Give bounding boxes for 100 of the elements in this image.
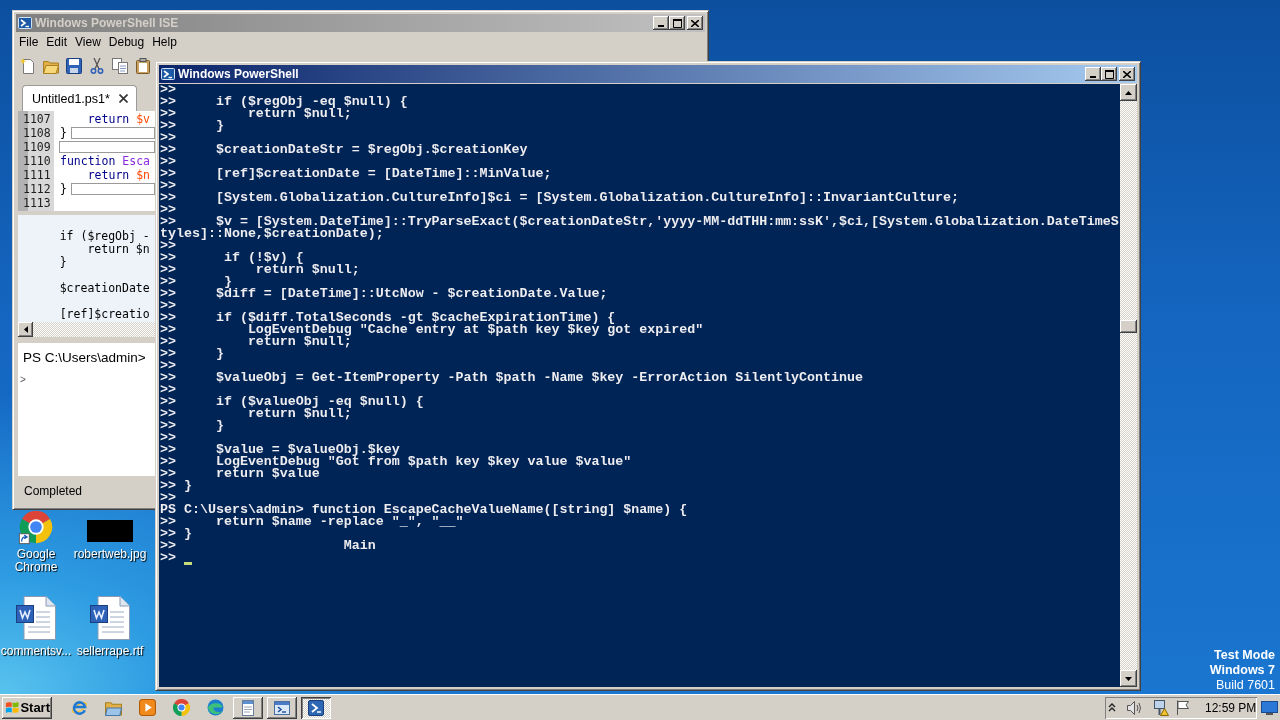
new-file-icon[interactable] <box>20 58 36 74</box>
clock-text[interactable]: 12:59 PM <box>1205 700 1257 715</box>
code-line: return $n <box>87 243 150 256</box>
caret-up-icon <box>1125 90 1132 95</box>
copy-icon[interactable] <box>112 58 128 74</box>
close-button[interactable] <box>687 16 703 30</box>
round-logo-icon[interactable] <box>18 509 54 545</box>
code-line: function Esca <box>60 154 150 168</box>
console-line: >> Main <box>160 540 376 552</box>
menu-item[interactable]: File <box>16 35 42 49</box>
prompt-text: PS C:\Users\admin> <box>23 349 146 367</box>
console-line: >> <box>160 492 176 504</box>
play-icon[interactable] <box>139 699 156 716</box>
code-line: $creationDate <box>58 282 150 295</box>
swirl-logo-icon[interactable] <box>207 699 224 716</box>
console-line: >> $v = [System.DateTime]::TryParseExact($creationDateStr,'yyyy-MM-ddTHH:mm:ssK',$ci,[System.Globalization.DateTimeS <box>160 216 1119 228</box>
console-line: >> $valueObj = Get-ItemProperty -Path $path -Name $key -ErrorAction SilentlyContinue <box>160 372 863 384</box>
chevron-up-icon[interactable] <box>1108 703 1116 712</box>
console-line: >> return $value <box>160 468 320 480</box>
console-line: >> <box>160 132 176 144</box>
minimize-button[interactable] <box>653 16 669 30</box>
network-warning-icon[interactable] <box>1153 699 1169 716</box>
document-icon[interactable] <box>16 596 56 640</box>
circle-logo-icon[interactable] <box>173 699 190 716</box>
caret-left-icon <box>23 326 28 333</box>
document-icon[interactable] <box>90 596 130 640</box>
menu-item[interactable]: Help <box>149 35 180 49</box>
console-line: >> $value = $valueObj.$key <box>160 444 400 456</box>
cut-icon[interactable] <box>89 58 105 74</box>
taskbar-button[interactable] <box>233 696 263 719</box>
console-line: >> } <box>160 276 232 288</box>
menu-item[interactable]: Debug <box>105 35 148 49</box>
code-line: } <box>60 126 67 140</box>
console-line: >> if (!$v) { <box>160 252 304 264</box>
console-line: >> } <box>160 348 224 360</box>
maximize-button[interactable] <box>669 16 685 30</box>
notepad-icon <box>240 699 256 716</box>
taskbar-button[interactable] <box>301 696 331 719</box>
line-number: 1109 <box>22 140 52 154</box>
console-line: >> <box>160 432 176 444</box>
code-line: return $v <box>86 112 151 126</box>
folder-icon[interactable] <box>105 699 122 716</box>
code-line: if ($regObj - <box>58 230 150 243</box>
file-tab[interactable]: Untitled1.ps1* <box>22 85 137 111</box>
e-logo-icon[interactable] <box>71 699 88 716</box>
menu-item[interactable]: Edit <box>43 35 71 49</box>
console-line: >> return $name -replace "_", "__" <box>160 516 464 528</box>
code-line: [ref]$creatio <box>58 308 150 321</box>
console-line: >> return $null; <box>160 108 352 120</box>
console-line: >> [System.Globalization.CultureInfo]$ci = [System.Globalization.CultureInfo]::InvariantCulture; <box>160 192 959 204</box>
image-thumbnail[interactable] <box>87 520 133 542</box>
scroll-up-button[interactable] <box>1120 84 1137 101</box>
window-title: Windows PowerShell <box>178 67 299 81</box>
close-icon <box>1123 70 1131 78</box>
console-line: >> <box>160 384 176 396</box>
console-line: >> } <box>160 420 224 432</box>
folder-icon[interactable] <box>43 58 59 74</box>
notice-text: Test Mode <box>1214 648 1275 663</box>
caret-down-icon <box>1125 676 1132 681</box>
start-button[interactable]: Start <box>2 696 52 719</box>
console-line: >> <box>160 156 176 168</box>
vertical-scrollbar[interactable] <box>1120 84 1137 687</box>
notice-text: Windows 7 <box>1209 663 1275 678</box>
console-line: >> <box>160 360 176 372</box>
code-line: return $n <box>86 168 151 182</box>
taskbar-button[interactable] <box>267 696 297 719</box>
scroll-down-button[interactable] <box>1120 670 1137 687</box>
flag-logo-icon <box>5 700 20 715</box>
input-marker: > <box>20 374 26 386</box>
prompt-icon <box>308 699 324 716</box>
console-line: >> } <box>160 120 224 132</box>
clipboard-icon[interactable] <box>135 58 151 74</box>
maximize-icon <box>1104 69 1114 79</box>
console-line: >> } <box>160 528 192 540</box>
flag-icon[interactable] <box>1176 700 1190 715</box>
scroll-left-button[interactable] <box>18 322 33 337</box>
code-line: } <box>60 182 67 196</box>
close-button[interactable] <box>1119 67 1135 81</box>
horizontal-scrollbar[interactable] <box>18 322 155 337</box>
scroll-thumb[interactable] <box>1120 320 1137 333</box>
line-number: 1111 <box>22 168 52 182</box>
menu-item[interactable]: View <box>72 35 104 49</box>
save-icon[interactable] <box>66 58 82 74</box>
minimize-icon <box>658 25 664 27</box>
console-line: >> if ($valueObj -eq $null) { <box>160 396 424 408</box>
console-line: >> $diff = [DateTime]::UtcNow - $creationDate.Value; <box>160 288 608 300</box>
console-line: >> <box>160 204 176 216</box>
code-line: } <box>58 256 67 269</box>
minimize-button[interactable] <box>1085 67 1101 81</box>
close-icon[interactable] <box>118 94 128 103</box>
prompt-icon <box>18 16 32 30</box>
monitor-icon[interactable] <box>1261 700 1278 715</box>
line-number: 1110 <box>22 154 52 168</box>
text-cursor-icon <box>184 562 192 565</box>
console-line: >> <box>160 84 176 96</box>
speaker-icon[interactable] <box>1127 700 1142 715</box>
maximize-button[interactable] <box>1101 67 1117 81</box>
status-text: Completed <box>24 484 83 498</box>
line-number: 1112 <box>22 182 52 196</box>
line-number: 1108 <box>22 126 52 140</box>
